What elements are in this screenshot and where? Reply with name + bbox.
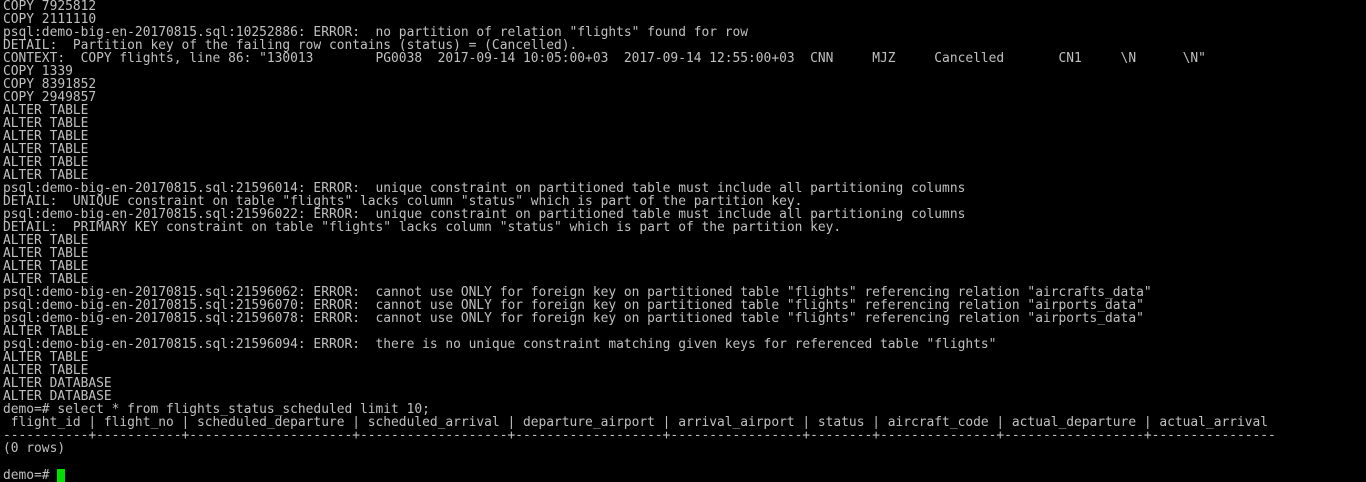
output-line: psql:demo-big-en-20170815.sql:21596094: … [3, 338, 997, 351]
output-line: COPY 2111110 [3, 13, 97, 26]
output-line: ALTER DATABASE [3, 390, 112, 403]
result-row-count: (0 rows) [3, 442, 66, 455]
output-line: ALTER TABLE [3, 364, 89, 377]
output-line: DETAIL: UNIQUE constraint on table "flig… [3, 195, 803, 208]
input-prompt-line[interactable]: demo=# [3, 469, 1366, 482]
output-line: COPY 7925812 [3, 0, 97, 13]
output-line: ALTER TABLE [3, 260, 89, 273]
output-line: psql:demo-big-en-20170815.sql:21596070: … [3, 299, 1144, 312]
result-header: flight_id | flight_no | scheduled_depart… [3, 416, 1269, 429]
output-line: DETAIL: PRIMARY KEY constraint on table … [3, 221, 842, 234]
output-line: ALTER TABLE [3, 169, 89, 182]
output-line: ALTER TABLE [3, 234, 89, 247]
output-line: psql:demo-big-en-20170815.sql:21596062: … [3, 286, 1152, 299]
prompt-text: demo=# [3, 468, 58, 482]
output-line: ALTER TABLE [3, 325, 89, 338]
terminal-window[interactable]: COPY 7925812 COPY 2111110 psql:demo-big-… [0, 0, 1366, 482]
output-line: DETAIL: Partition key of the failing row… [3, 39, 578, 52]
output-line: ALTER TABLE [3, 130, 89, 143]
output-line: psql:demo-big-en-20170815.sql:10252886: … [3, 26, 749, 39]
output-line: ALTER TABLE [3, 104, 89, 117]
output-line: ALTER TABLE [3, 156, 89, 169]
output-line: COPY 2949857 [3, 91, 97, 104]
output-line: CONTEXT: COPY flights, line 86: "130013 … [3, 52, 1206, 65]
output-line: ALTER TABLE [3, 247, 89, 260]
result-separator: -----------+-----------+----------------… [3, 429, 1276, 442]
output-line: ALTER TABLE [3, 351, 89, 364]
output-line: psql:demo-big-en-20170815.sql:21596078: … [3, 312, 1144, 325]
output-line: ALTER TABLE [3, 117, 89, 130]
terminal-output: COPY 7925812 COPY 2111110 psql:demo-big-… [3, 0, 1366, 455]
output-line: COPY 8391852 [3, 78, 97, 91]
output-line: ALTER DATABASE [3, 377, 112, 390]
output-line: psql:demo-big-en-20170815.sql:21596014: … [3, 182, 966, 195]
output-line: psql:demo-big-en-20170815.sql:21596022: … [3, 208, 966, 221]
command-line: demo=# select * from flights_status_sche… [3, 403, 430, 416]
text-cursor [57, 469, 66, 482]
output-line: ALTER TABLE [3, 273, 89, 286]
output-line: COPY 1339 [3, 65, 73, 78]
output-line: ALTER TABLE [3, 143, 89, 156]
